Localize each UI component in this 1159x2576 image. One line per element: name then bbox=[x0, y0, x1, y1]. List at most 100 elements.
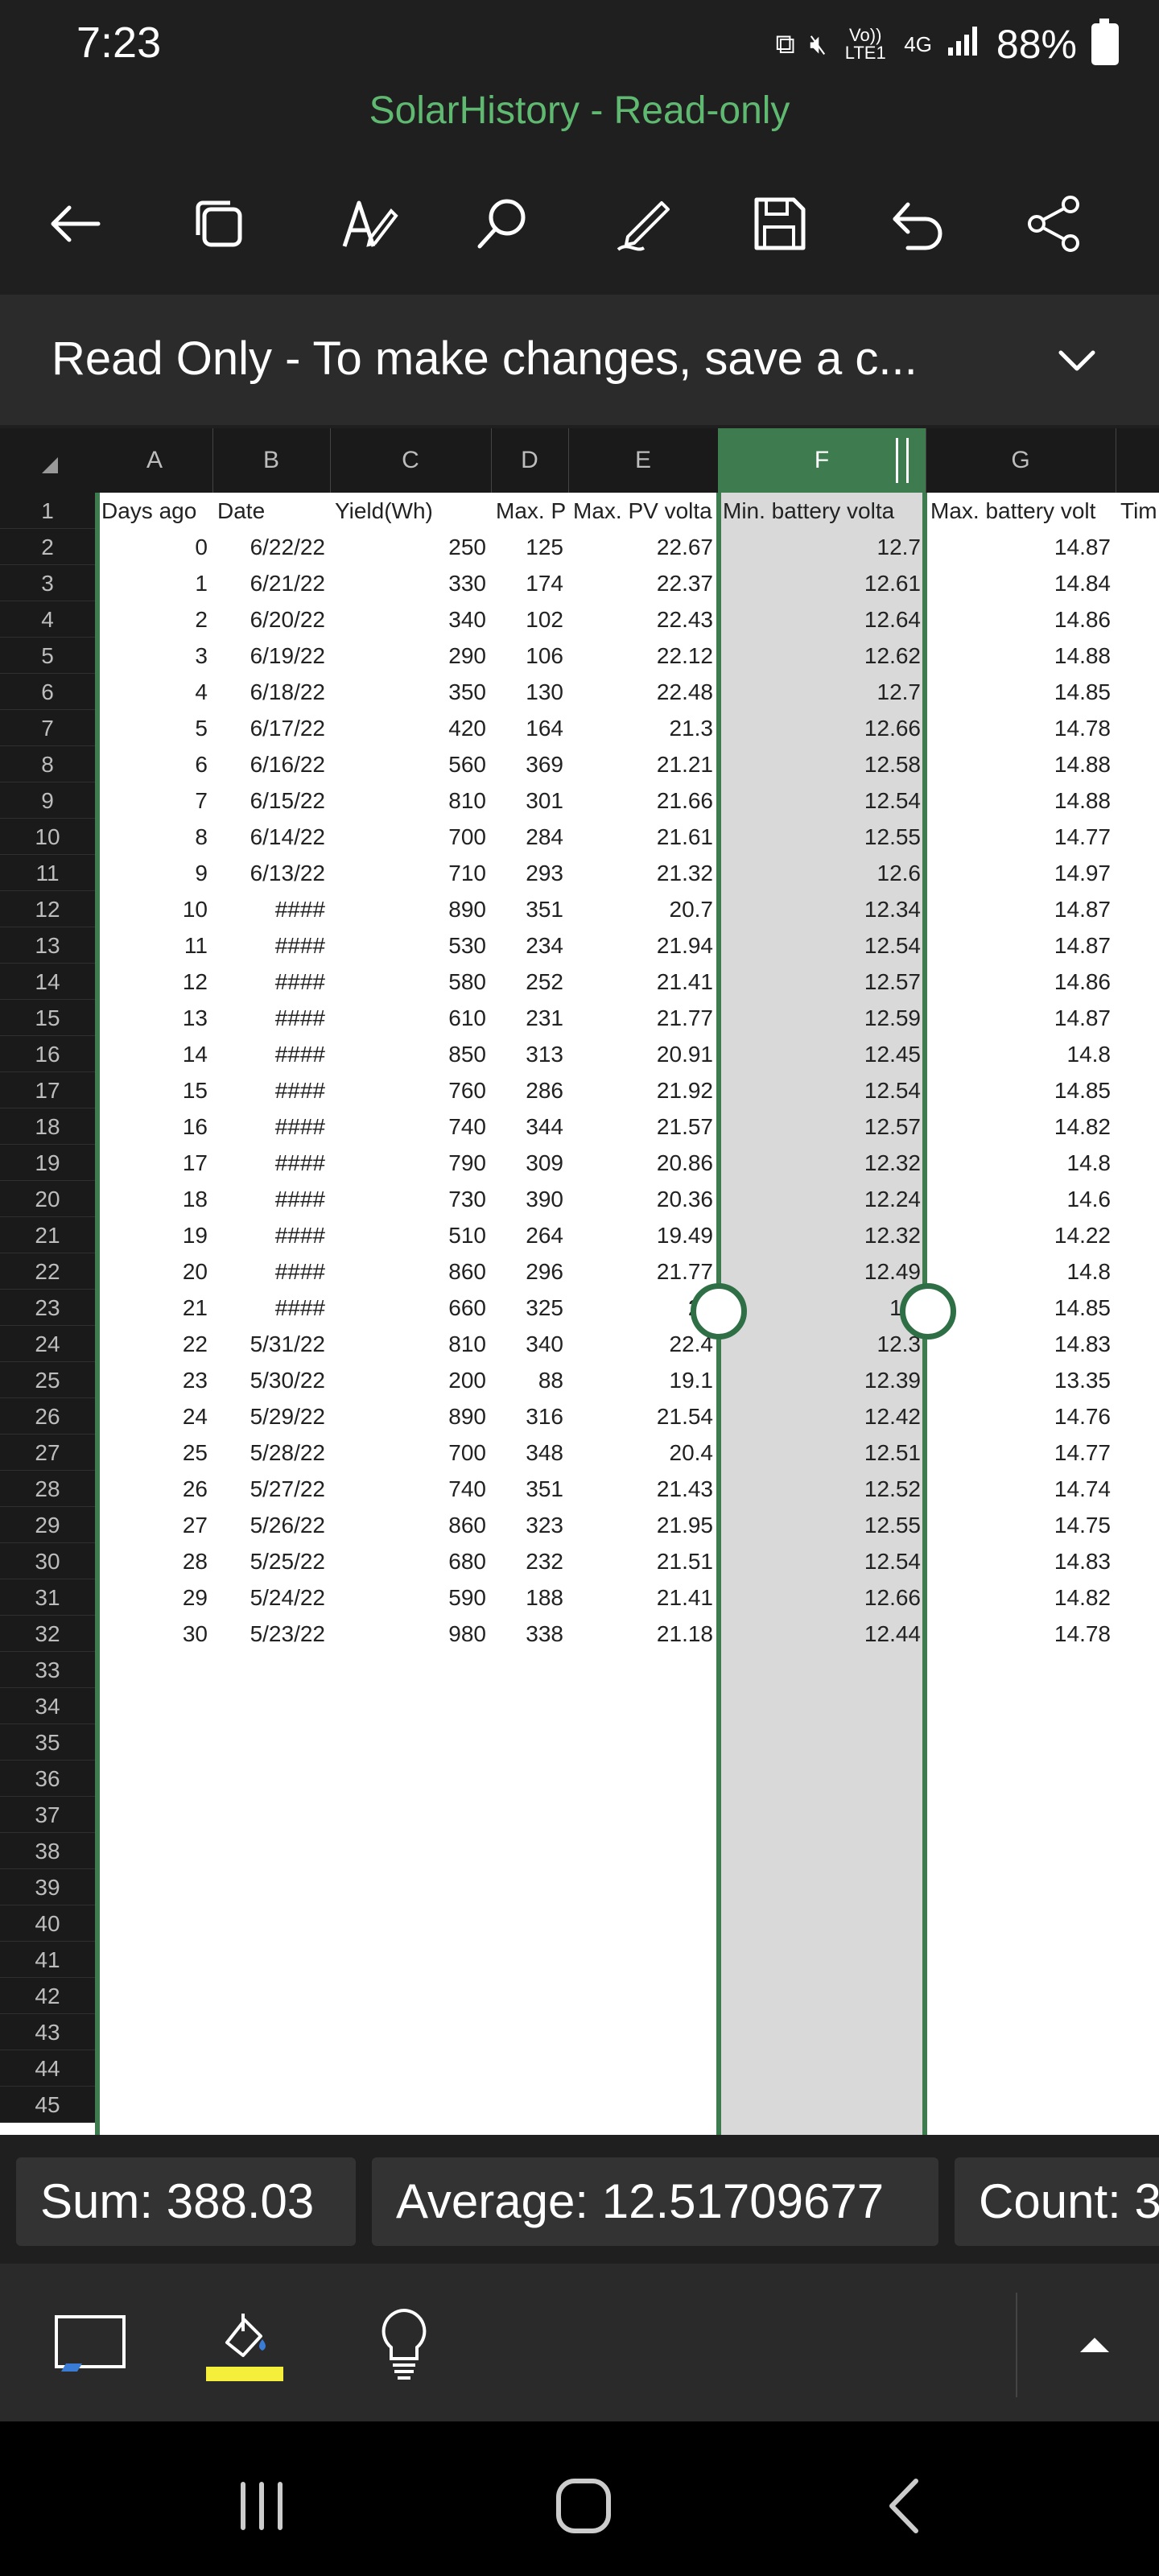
cell[interactable]: 700 bbox=[330, 1435, 491, 1471]
cell[interactable]: 810 bbox=[330, 782, 491, 819]
cell[interactable]: 980 bbox=[330, 1616, 491, 1652]
cell[interactable]: 12.66 bbox=[718, 1579, 926, 1616]
cell[interactable]: #### bbox=[212, 1036, 330, 1072]
cell[interactable]: 14.77 bbox=[926, 819, 1116, 855]
cell[interactable]: #### bbox=[212, 1181, 330, 1217]
cell[interactable]: 21.95 bbox=[568, 1507, 718, 1543]
cell[interactable]: 174 bbox=[491, 565, 568, 601]
cell[interactable]: 14.85 bbox=[926, 674, 1116, 710]
cell[interactable]: 231 bbox=[491, 1000, 568, 1036]
cell[interactable]: 12.61 bbox=[718, 565, 926, 601]
row-header[interactable]: 29 bbox=[0, 1507, 95, 1543]
cell[interactable]: 17 bbox=[97, 1145, 212, 1181]
cell[interactable]: 12.55 bbox=[718, 1507, 926, 1543]
cell[interactable]: 19 bbox=[97, 1217, 212, 1253]
cell[interactable]: 12.32 bbox=[718, 1145, 926, 1181]
row-header[interactable]: 44 bbox=[0, 2050, 95, 2087]
cell[interactable]: 12.45 bbox=[718, 1036, 926, 1072]
cell[interactable]: 340 bbox=[491, 1326, 568, 1362]
cell[interactable]: 23 bbox=[97, 1362, 212, 1398]
cell[interactable]: 234 bbox=[491, 927, 568, 964]
sum-pill[interactable]: Sum: 388.03 bbox=[16, 2157, 356, 2246]
header-cell[interactable]: Max. P bbox=[491, 493, 568, 529]
header-cell[interactable]: Min. battery volta bbox=[718, 493, 926, 529]
cell[interactable]: 12.44 bbox=[718, 1616, 926, 1652]
cell[interactable]: 22.67 bbox=[568, 529, 718, 565]
cell[interactable]: 6/18/22 bbox=[212, 674, 330, 710]
cell[interactable]: 6/20/22 bbox=[212, 601, 330, 638]
row-header[interactable]: 21 bbox=[0, 1217, 95, 1253]
cell[interactable]: 14.76 bbox=[926, 1398, 1116, 1435]
row-header[interactable]: 18 bbox=[0, 1108, 95, 1145]
row-header[interactable]: 34 bbox=[0, 1688, 95, 1724]
cell[interactable]: 590 bbox=[330, 1579, 491, 1616]
cell[interactable]: 4 bbox=[97, 674, 212, 710]
header-cell[interactable]: Max. PV volta bbox=[568, 493, 718, 529]
cell[interactable]: 14 bbox=[97, 1036, 212, 1072]
text-format-button[interactable] bbox=[328, 185, 406, 262]
selection-handle-left[interactable] bbox=[691, 1283, 747, 1340]
cell[interactable]: 860 bbox=[330, 1253, 491, 1290]
cell[interactable]: #### bbox=[212, 891, 330, 927]
cell[interactable]: 330 bbox=[330, 565, 491, 601]
cell[interactable]: 21.54 bbox=[568, 1398, 718, 1435]
cell[interactable]: 21.61 bbox=[568, 819, 718, 855]
cell[interactable]: 1 bbox=[97, 565, 212, 601]
cell[interactable]: 14.8 bbox=[926, 1253, 1116, 1290]
cell[interactable]: 21.57 bbox=[568, 1108, 718, 1145]
cell[interactable]: 309 bbox=[491, 1145, 568, 1181]
cell[interactable]: 5/29/22 bbox=[212, 1398, 330, 1435]
row-header[interactable]: 38 bbox=[0, 1833, 95, 1869]
cell[interactable]: 5/25/22 bbox=[212, 1543, 330, 1579]
row-header[interactable]: 5 bbox=[0, 638, 95, 674]
cell[interactable]: 14.82 bbox=[926, 1108, 1116, 1145]
cell[interactable]: 12.32 bbox=[718, 1217, 926, 1253]
cell[interactable]: 21.51 bbox=[568, 1543, 718, 1579]
cell[interactable]: #### bbox=[212, 1000, 330, 1036]
copy-button[interactable] bbox=[180, 185, 258, 262]
cell[interactable]: 21.21 bbox=[568, 746, 718, 782]
row-header[interactable]: 31 bbox=[0, 1579, 95, 1616]
cell[interactable]: 12.62 bbox=[718, 638, 926, 674]
cell[interactable]: 14.77 bbox=[926, 1435, 1116, 1471]
cell[interactable]: 12.54 bbox=[718, 927, 926, 964]
cell[interactable]: 252 bbox=[491, 964, 568, 1000]
back-nav-button[interactable] bbox=[869, 2470, 942, 2542]
header-cell[interactable]: Date bbox=[212, 493, 330, 529]
cell[interactable]: 660 bbox=[330, 1290, 491, 1326]
cell[interactable]: 12.57 bbox=[718, 964, 926, 1000]
row-header[interactable]: 43 bbox=[0, 2014, 95, 2050]
cell[interactable]: 760 bbox=[330, 1072, 491, 1108]
cell[interactable]: 12.64 bbox=[718, 601, 926, 638]
spreadsheet-grid[interactable]: ABCDEFG 1 2 3 4 5 6 7 8 9 10 11 12 13 14 15 16 17 18 19 20 2… bbox=[0, 428, 1159, 2135]
cell[interactable]: 5/26/22 bbox=[212, 1507, 330, 1543]
cell[interactable]: 12 bbox=[97, 964, 212, 1000]
row-header[interactable]: 13 bbox=[0, 927, 95, 964]
column-header-e[interactable]: E bbox=[568, 428, 719, 493]
cell[interactable]: 290 bbox=[330, 638, 491, 674]
row-header[interactable]: 36 bbox=[0, 1761, 95, 1797]
cell[interactable]: 14.87 bbox=[926, 927, 1116, 964]
row-header[interactable]: 2 bbox=[0, 529, 95, 565]
cell[interactable]: 6/14/22 bbox=[212, 819, 330, 855]
row-header[interactable]: 8 bbox=[0, 746, 95, 782]
cell[interactable]: 5/27/22 bbox=[212, 1471, 330, 1507]
cell[interactable]: 14.82 bbox=[926, 1579, 1116, 1616]
cell[interactable]: 164 bbox=[491, 710, 568, 746]
cell[interactable]: 12.59 bbox=[718, 1000, 926, 1036]
cell[interactable]: 5 bbox=[97, 710, 212, 746]
cell[interactable]: 12.51 bbox=[718, 1435, 926, 1471]
cell[interactable]: 351 bbox=[491, 891, 568, 927]
cell[interactable]: 200 bbox=[330, 1362, 491, 1398]
cell[interactable]: 12.7 bbox=[718, 529, 926, 565]
cell[interactable]: 22 bbox=[97, 1326, 212, 1362]
cell[interactable]: #### bbox=[212, 927, 330, 964]
row-header[interactable]: 22 bbox=[0, 1253, 95, 1290]
chevron-down-icon[interactable] bbox=[1051, 335, 1103, 386]
cell[interactable]: 14.88 bbox=[926, 746, 1116, 782]
cell[interactable]: 14.88 bbox=[926, 782, 1116, 819]
cell[interactable]: 560 bbox=[330, 746, 491, 782]
cell[interactable]: 19.1 bbox=[568, 1362, 718, 1398]
row-header[interactable]: 37 bbox=[0, 1797, 95, 1833]
cell[interactable]: 14.8 bbox=[926, 1145, 1116, 1181]
